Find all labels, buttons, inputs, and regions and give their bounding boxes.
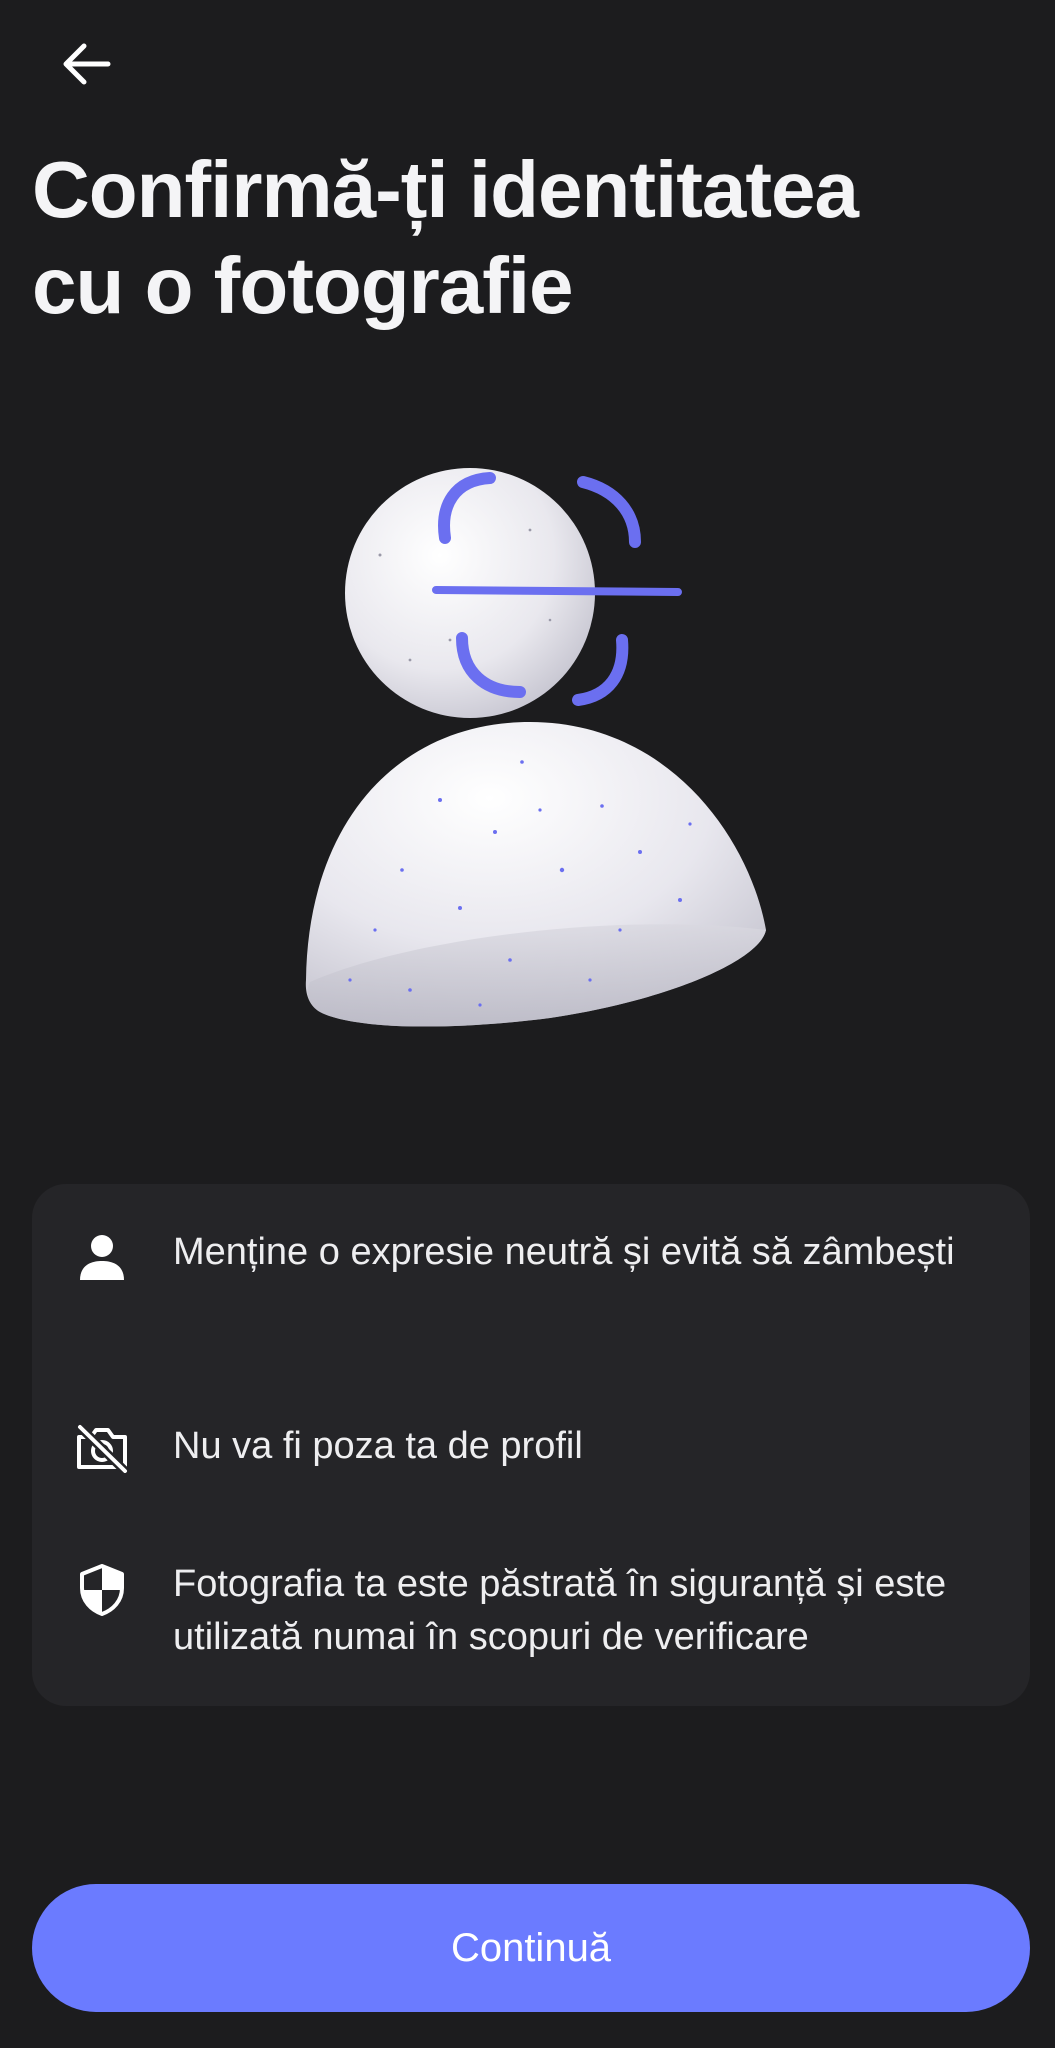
info-text: Fotografia ta este păstrată în siguranță… <box>173 1563 947 1658</box>
person-icon <box>74 1230 130 1286</box>
info-text: Menține o expresie neutră și evită să zâ… <box>173 1231 955 1273</box>
face-scan-person-illustration <box>290 460 780 1040</box>
page-title: Confirmă-ți identitatea cu o fotografie <box>32 145 859 330</box>
info-card: Menține o expresie neutră și evită să zâ… <box>32 1184 1030 1706</box>
continue-button[interactable]: Continuă <box>32 1884 1030 2012</box>
camera-off-icon <box>74 1420 130 1476</box>
arrow-left-icon <box>63 43 111 85</box>
back-button[interactable] <box>50 28 122 100</box>
info-text: Nu va fi poza ta de profil <box>173 1425 583 1467</box>
shield-icon <box>74 1562 130 1618</box>
